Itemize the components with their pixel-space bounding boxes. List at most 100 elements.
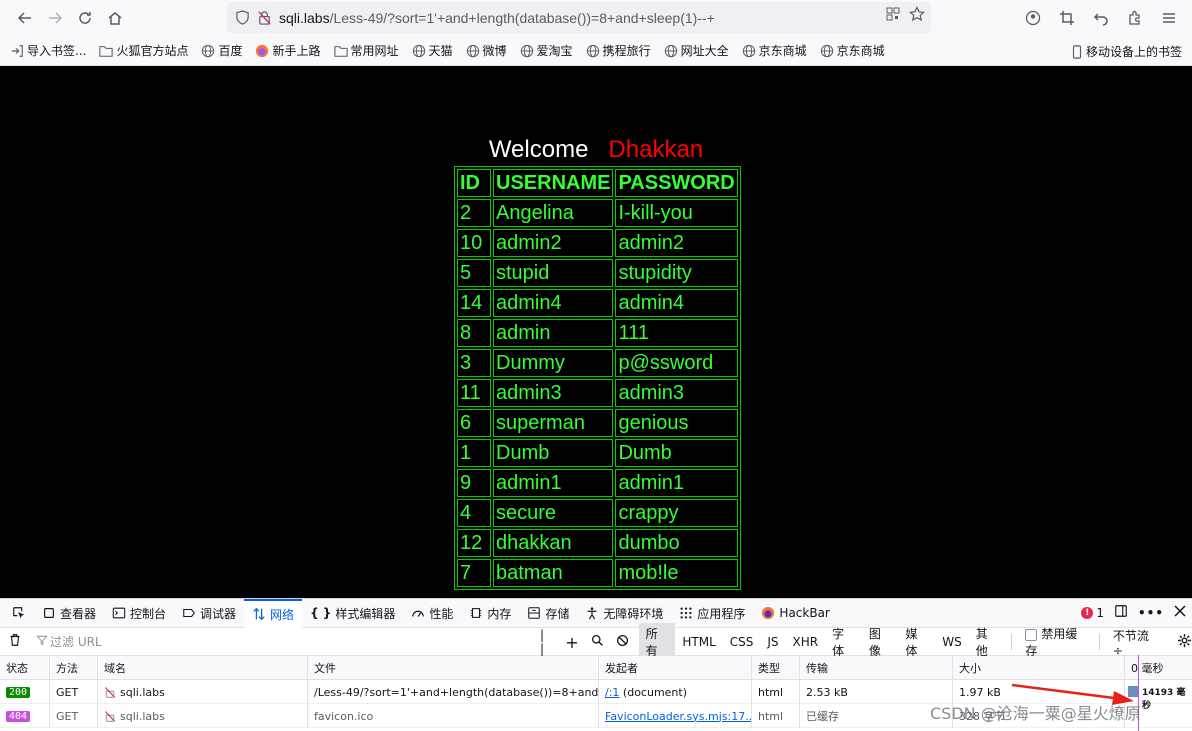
table-row: 12 dhakkan dumbo (457, 529, 738, 557)
col-header-size[interactable]: 大小 (953, 656, 1125, 680)
cell-id: 6 (457, 409, 491, 437)
filter-js[interactable]: JS (760, 633, 785, 651)
filter-html[interactable]: HTML (675, 633, 722, 651)
block-icon[interactable] (616, 634, 629, 650)
pause-icon[interactable]: | | (540, 628, 551, 656)
initiator-link[interactable]: /:1 (605, 686, 619, 699)
tab-style-editor[interactable]: { } 样式编辑器 (302, 599, 403, 628)
cell-id: 1 (457, 439, 491, 467)
error-count-badge[interactable]: ! 1 (1081, 606, 1104, 620)
table-row: 7 batman mob!le (457, 559, 738, 587)
throttling-select[interactable]: 不节流 ÷ (1106, 625, 1167, 660)
url-bar[interactable]: sqli.labs/Less-49/?sort=1'+and+length(da… (227, 2, 931, 33)
tab-memory[interactable]: 内存 (461, 599, 519, 628)
back-button[interactable] (10, 3, 40, 33)
table-body: 2 Angelina I-kill-you 10 admin2 admin2 5 stupid… (457, 199, 738, 587)
globe-icon (820, 44, 833, 57)
close-icon[interactable] (1174, 605, 1186, 620)
filter-xhr[interactable]: XHR (786, 633, 826, 651)
cell-username: stupid (493, 259, 614, 287)
tab-storage[interactable]: 存储 (519, 599, 577, 628)
bookmark-aitaobao[interactable]: 爱淘宝 (520, 42, 573, 59)
col-header-method[interactable]: 方法 (50, 656, 98, 680)
folder-icon (333, 45, 348, 57)
bookmark-ctrip[interactable]: 携程旅行 (586, 42, 651, 59)
more-options-icon[interactable]: ••• (1138, 606, 1164, 620)
col-header-initiator[interactable]: 发起者 (599, 656, 752, 680)
shield-icon[interactable] (231, 7, 253, 29)
bookmark-import[interactable]: 导入书签... (10, 42, 86, 59)
home-icon (108, 12, 122, 25)
request-method: GET (50, 704, 98, 728)
bookmark-jd-1[interactable]: 京东商城 (742, 42, 807, 59)
globe-icon (664, 44, 677, 57)
tab-console[interactable]: 控制台 (104, 599, 174, 628)
cell-id: 8 (457, 319, 491, 347)
bookmark-weibo[interactable]: 微博 (466, 42, 507, 59)
settings-gear-icon[interactable] (1177, 633, 1192, 651)
star-icon[interactable] (909, 6, 925, 25)
cell-username: admin1 (493, 469, 614, 497)
filter-css[interactable]: CSS (723, 633, 761, 651)
search-icon[interactable] (591, 634, 604, 650)
tab-application[interactable]: 应用程序 (671, 599, 753, 628)
tab-debugger[interactable]: 调试器 (174, 599, 244, 628)
bookmark-jd-2[interactable]: 京东商城 (820, 42, 885, 59)
status-badge: 200 (6, 686, 31, 698)
col-header-file[interactable]: 文件 (308, 656, 599, 680)
braces-icon: { } (310, 606, 332, 620)
tab-performance[interactable]: 性能 (403, 599, 461, 628)
element-picker-button[interactable] (4, 599, 34, 628)
col-header-type[interactable]: 类型 (752, 656, 800, 680)
dock-layout-icon[interactable] (1114, 604, 1128, 621)
bookmark-baidu[interactable]: 百度 (201, 42, 242, 59)
cell-password: admin2 (615, 229, 738, 257)
plus-icon[interactable]: + (565, 633, 578, 652)
col-header-transferred[interactable]: 传输 (800, 656, 953, 680)
bookmark-common-sites[interactable]: 常用网址 (333, 42, 399, 59)
screenshot-button[interactable] (1052, 3, 1082, 33)
tab-network[interactable]: 网络 (244, 598, 303, 628)
cell-password: crappy (615, 499, 738, 527)
col-header-waterfall[interactable]: 0 毫秒 (1125, 656, 1192, 680)
bookmark-site-directory[interactable]: 网址大全 (664, 42, 729, 59)
cell-id: 12 (457, 529, 491, 557)
menu-button[interactable] (1154, 3, 1184, 33)
trash-icon[interactable] (8, 633, 22, 650)
grid-icon (680, 607, 692, 619)
tab-inspector[interactable]: 查看器 (34, 599, 104, 628)
globe-icon (742, 44, 755, 57)
extensions-button[interactable] (1120, 3, 1150, 33)
col-header-domain[interactable]: 域名 (98, 656, 308, 680)
mobile-bookmarks[interactable]: 移动设备上的书签 (1071, 43, 1182, 60)
console-icon (112, 607, 126, 619)
bookmark-firefox-official[interactable]: 火狐官方站点 (99, 42, 188, 59)
header-password: PASSWORD (615, 169, 738, 197)
url-filter-input[interactable]: 过滤 URL (50, 633, 102, 650)
bookmark-getting-started[interactable]: 新手上路 (255, 42, 321, 59)
bookmarks-bar: 导入书签... 火狐官方站点 百度 新手上路 常用网址 天猫 微博 爱淘宝 携程… (0, 36, 1192, 66)
url-text[interactable]: sqli.labs/Less-49/?sort=1'+and+length(da… (279, 10, 715, 26)
picker-icon (13, 607, 25, 619)
cell-password: Dumb (615, 439, 738, 467)
insecure-lock-icon[interactable] (253, 7, 275, 29)
forward-button[interactable] (40, 3, 70, 33)
table-row: 9 admin1 admin1 (457, 469, 738, 497)
qr-code-icon[interactable] (885, 6, 901, 25)
filter-ws[interactable]: WS (935, 633, 968, 651)
import-icon (11, 44, 23, 57)
col-header-status[interactable]: 状态 (0, 656, 50, 680)
divider (1098, 634, 1100, 650)
account-button[interactable] (1018, 3, 1048, 33)
cell-username: superman (493, 409, 614, 437)
welcome-heading: Welcome Dhakkan (0, 136, 1192, 164)
reload-button[interactable] (70, 3, 100, 33)
request-initiator: /:1 (document) (599, 680, 752, 704)
home-button[interactable] (100, 3, 130, 33)
bookmark-tmall[interactable]: 天猫 (412, 42, 453, 59)
initiator-link[interactable]: FaviconLoader.sys.mjs:17... (605, 710, 751, 723)
devtools-tabs: 查看器 控制台 调试器 网络 { } 样式编辑器 性能 内存 存储 无障碍环境 应… (0, 598, 1192, 628)
reload-icon (79, 12, 91, 24)
network-filter-bar: 过滤 URL | | + 所有 HTML CSS JS XHR 字体 图像 媒体… (0, 623, 1192, 661)
undo-button[interactable] (1086, 3, 1116, 33)
